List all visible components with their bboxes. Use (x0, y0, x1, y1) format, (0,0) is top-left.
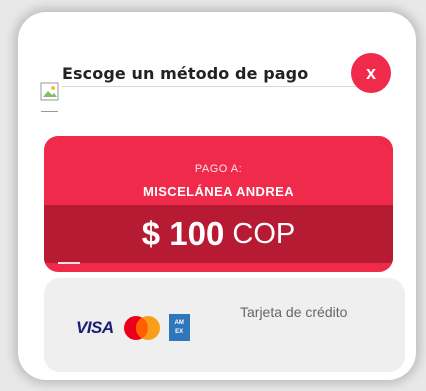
close-icon: x (365, 62, 376, 83)
title-divider (62, 86, 358, 87)
progress-indicator (58, 262, 80, 264)
merchant-name: MISCELÁNEA ANDREA (142, 184, 294, 199)
amex-logo-top: AM (174, 319, 184, 326)
payment-summary-card: PAGO A: MISCELÁNEA ANDREA $ 100 COP (44, 136, 393, 272)
close-button[interactable]: x (351, 53, 391, 93)
payment-method-modal: Escoge un método de pago x PAGO A: MISCE… (18, 12, 416, 380)
broken-image-icon (40, 82, 59, 112)
pay-to-label: PAGO A: (194, 163, 243, 175)
method-credit-card[interactable]: VISA AM EX Tarjeta de crédito (44, 278, 405, 372)
amount-value: $ 100 (141, 215, 225, 252)
amex-logo-bottom: EX (175, 328, 184, 335)
mastercard-logo (123, 315, 160, 340)
method-label: Tarjeta de crédito (240, 304, 348, 320)
card-brand-logos: VISA AM EX (76, 314, 190, 341)
visa-logo: VISA (76, 317, 114, 337)
amount-band: $ 100 COP (44, 205, 393, 263)
modal-title: Escoge un método de pago (62, 64, 309, 83)
amex-logo: AM EX (168, 314, 190, 341)
amount-currency: COP (232, 217, 296, 250)
